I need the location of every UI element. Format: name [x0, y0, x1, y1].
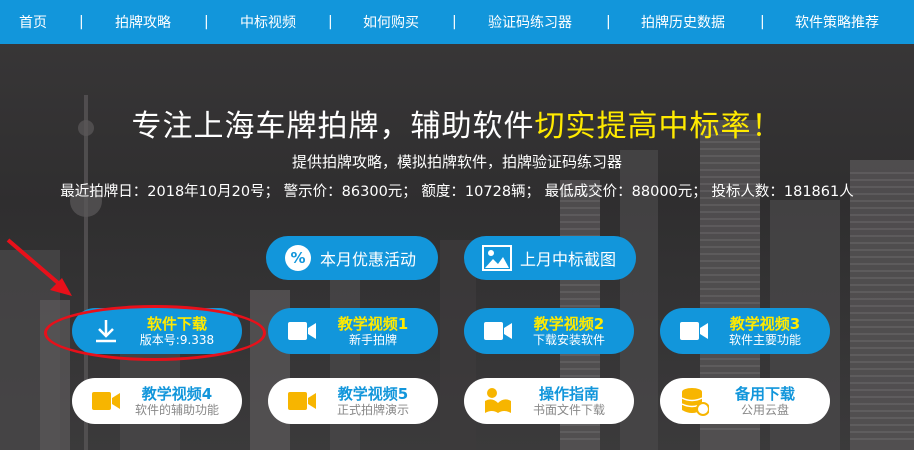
backup-download-sub: 公用云盘	[740, 402, 789, 417]
svg-text:%: %	[290, 249, 305, 267]
nav-separator: |	[204, 14, 209, 30]
last-month-screenshot-label: 上月中标截图	[520, 250, 617, 269]
headline-highlight: 切实提高中标率！	[534, 109, 783, 144]
tutorial-video-3-title: 教学视频3	[729, 314, 801, 333]
nav-separator: |	[452, 14, 457, 30]
nav-item-captcha-trainer[interactable]: 验证码练习器	[488, 12, 572, 32]
tutorial-video-5-button[interactable]: 教学视频5 正式拍牌演示	[268, 378, 438, 424]
video-camera-icon	[676, 316, 712, 346]
backup-download-button[interactable]: 备用下载 公用云盘	[660, 378, 830, 424]
software-download-text: 软件下载 版本号:9.338	[124, 315, 242, 348]
download-icon	[88, 316, 124, 346]
nav-item-winning-videos[interactable]: 中标视频	[240, 12, 296, 32]
tutorial-video-4-sub: 软件的辅助功能	[134, 402, 219, 417]
image-icon	[482, 243, 512, 273]
tutorial-video-4-title: 教学视频4	[141, 384, 213, 403]
tutorial-video-1-title: 教学视频1	[337, 314, 409, 333]
video-camera-icon	[284, 316, 320, 346]
tutorial-video-2-text: 教学视频2 下载安装软件	[516, 315, 634, 348]
book-reader-icon	[480, 386, 516, 416]
tutorial-video-5-title: 教学视频5	[337, 384, 409, 403]
nav-separator: |	[760, 14, 765, 30]
software-download-title: 软件下载	[146, 314, 207, 333]
backup-download-text: 备用下载 公用云盘	[712, 385, 830, 418]
monthly-promotion-label: 本月优惠活动	[320, 250, 417, 269]
page-subheadline: 提供拍牌攻略，模拟拍牌软件，拍牌验证码练习器	[291, 153, 622, 171]
nav-item-history-data[interactable]: 拍牌历史数据	[641, 12, 725, 32]
tutorial-video-2-button[interactable]: 教学视频2 下载安装软件	[464, 308, 634, 354]
software-download-button[interactable]: 软件下载 版本号:9.338	[72, 308, 242, 354]
tutorial-video-2-sub: 下载安装软件	[532, 332, 605, 347]
video-camera-icon	[480, 316, 516, 346]
tutorial-video-5-text: 教学视频5 正式拍牌演示	[320, 385, 438, 418]
auction-info-line: 最近拍牌日：2018年10月20号； 警示价：86300元； 额度：10728辆…	[60, 184, 854, 200]
last-month-screenshot-button[interactable]: 上月中标截图	[464, 236, 636, 280]
operation-guide-title: 操作指南	[538, 384, 599, 403]
monthly-promotion-button[interactable]: % 本月优惠活动	[266, 236, 438, 280]
operation-guide-text: 操作指南 书面文件下载	[516, 385, 634, 418]
nav-item-strategy[interactable]: 拍牌攻略	[115, 12, 171, 32]
tutorial-video-1-text: 教学视频1 新手拍牌	[320, 315, 438, 348]
tutorial-video-5-sub: 正式拍牌演示	[336, 402, 409, 417]
red-pointer-arrow-icon	[6, 238, 72, 296]
video-camera-icon	[284, 386, 320, 416]
page-headline: 专注上海车牌拍牌，辅助软件切实提高中标率！	[0, 101, 914, 145]
tutorial-video-4-text: 教学视频4 软件的辅助功能	[124, 385, 242, 418]
tutorial-video-1-sub: 新手拍牌	[348, 332, 397, 347]
software-version: 版本号:9.338	[139, 332, 215, 347]
nav-item-how-to-buy[interactable]: 如何购买	[363, 12, 419, 32]
nav-separator: |	[79, 14, 84, 30]
headline-main: 专注上海车牌拍牌，辅助软件	[131, 109, 535, 144]
operation-guide-sub: 书面文件下载	[532, 402, 605, 417]
database-icon	[676, 386, 712, 416]
tutorial-video-3-button[interactable]: 教学视频3 软件主要功能	[660, 308, 830, 354]
top-navigation-bar: 首页 | 拍牌攻略 | 中标视频 | 如何购买 | 验证码练习器 | 拍牌历史数…	[0, 0, 914, 44]
backup-download-title: 备用下载	[734, 384, 795, 403]
operation-guide-button[interactable]: 操作指南 书面文件下载	[464, 378, 634, 424]
tutorial-video-3-sub: 软件主要功能	[728, 332, 801, 347]
nav-item-home[interactable]: 首页	[19, 12, 47, 32]
tutorial-video-4-button[interactable]: 教学视频4 软件的辅助功能	[72, 378, 242, 424]
nav-separator: |	[328, 14, 333, 30]
nav-item-software-strategy[interactable]: 软件策略推荐	[795, 12, 879, 32]
nav-separator: |	[606, 14, 611, 30]
tutorial-video-1-button[interactable]: 教学视频1 新手拍牌	[268, 308, 438, 354]
tutorial-video-3-text: 教学视频3 软件主要功能	[712, 315, 830, 348]
video-camera-icon	[88, 386, 124, 416]
tutorial-video-2-title: 教学视频2	[533, 314, 605, 333]
percent-badge-icon: %	[284, 243, 312, 273]
